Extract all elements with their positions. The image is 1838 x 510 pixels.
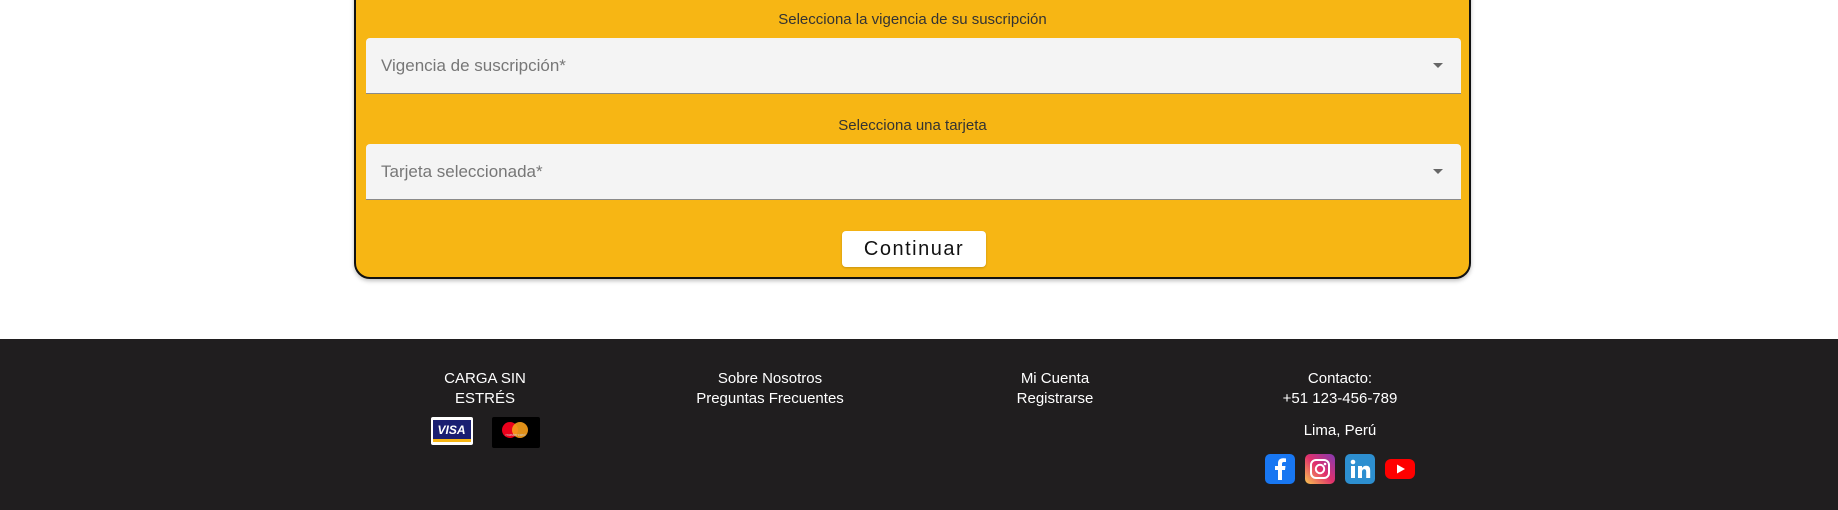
contact-title: Contacto: (1307, 370, 1373, 387)
footer-account-column: Mi Cuenta Registrarse (985, 369, 1125, 409)
social-links (1265, 454, 1415, 484)
link-about-us[interactable]: Sobre Nosotros (690, 369, 850, 389)
link-register[interactable]: Registrarse (985, 389, 1125, 409)
payment-cards: VISA mastercard (421, 417, 549, 448)
page: Selecciona la vigencia de su suscripción… (0, 0, 1838, 510)
card-select-placeholder: Tarjeta seleccionada* (381, 162, 543, 181)
brand-name: CARGA SIN ESTRÉS (444, 370, 526, 407)
contact-phone: +51 123-456-789 (1282, 390, 1398, 407)
validity-select[interactable]: Vigencia de suscripción* (366, 38, 1461, 94)
footer-brand-column: CARGA SIN ESTRÉS VISA mastercard (421, 369, 549, 448)
subscription-form-card: Selecciona la vigencia de su suscripción… (354, 0, 1471, 279)
mastercard-logo: mastercard (491, 417, 540, 448)
youtube-icon[interactable] (1385, 454, 1415, 484)
validity-section-label: Selecciona la vigencia de su suscripción (778, 11, 1047, 28)
facebook-icon[interactable] (1265, 454, 1295, 484)
continue-button[interactable]: Continuar (842, 231, 986, 267)
card-select[interactable]: Tarjeta seleccionada* (366, 144, 1461, 200)
visa-logo: VISA (430, 417, 473, 445)
link-my-account[interactable]: Mi Cuenta (985, 369, 1125, 389)
contact-city: Lima, Perú (1303, 422, 1377, 439)
instagram-icon[interactable] (1305, 454, 1335, 484)
footer-contact-column: Contacto: +51 123-456-789 Lima, Perú (1265, 369, 1415, 484)
linkedin-icon[interactable] (1345, 454, 1375, 484)
footer: CARGA SIN ESTRÉS VISA mastercard Sobre N… (0, 339, 1838, 510)
chevron-down-icon (1433, 63, 1443, 68)
footer-info-column: Sobre Nosotros Preguntas Frecuentes (690, 369, 850, 409)
link-faq[interactable]: Preguntas Frecuentes (690, 389, 850, 409)
chevron-down-icon (1433, 169, 1443, 174)
card-section-label: Selecciona una tarjeta (838, 117, 987, 134)
validity-select-placeholder: Vigencia de suscripción* (381, 56, 566, 75)
